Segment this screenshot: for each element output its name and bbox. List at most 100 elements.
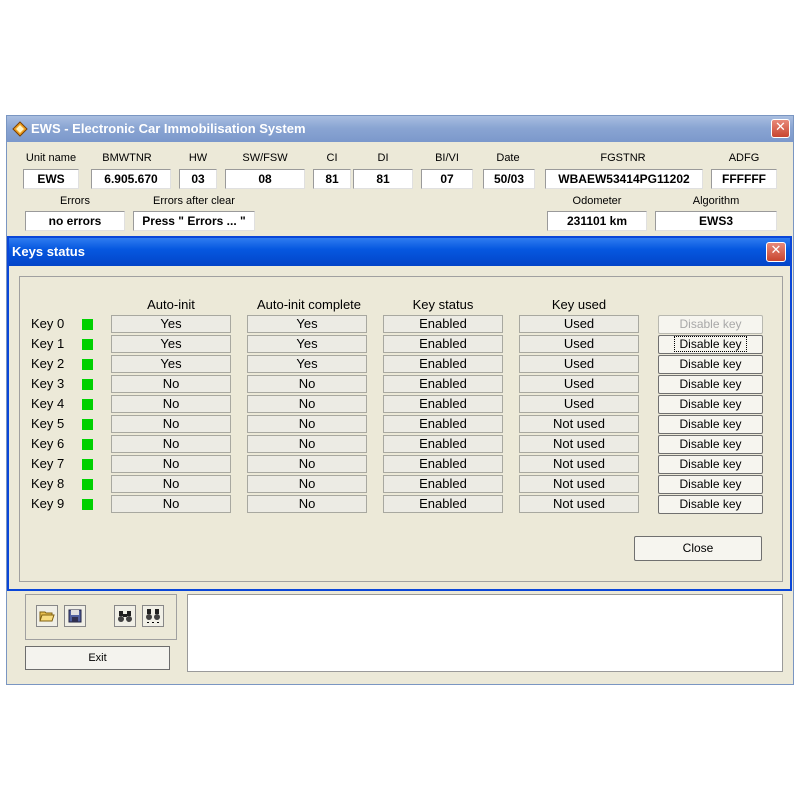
auto-init-complete-cell: No — [247, 395, 367, 413]
field-di: 81 — [353, 169, 413, 189]
disable-key-button[interactable]: Disable key — [658, 475, 763, 494]
key-label: Key 1 — [31, 336, 65, 351]
key-used-cell: Used — [519, 395, 639, 413]
key-label: Key 6 — [31, 436, 65, 451]
auto-init-complete-cell: No — [247, 375, 367, 393]
disable-key-label: Disable key — [679, 397, 742, 411]
key-status-led — [82, 319, 93, 330]
label-adfg: ADFG — [728, 152, 760, 164]
key-status-cell: Enabled — [383, 355, 503, 373]
auto-init-cell: Yes — [111, 315, 231, 333]
log-panel — [187, 594, 783, 672]
disable-key-label: Disable key — [679, 437, 742, 451]
auto-init-cell: No — [111, 395, 231, 413]
auto-init-cell: No — [111, 375, 231, 393]
disable-key-button[interactable]: Disable key — [658, 375, 763, 394]
field-sw-fsw: 08 — [225, 169, 305, 189]
field-ci: 81 — [313, 169, 351, 189]
dialog-close-x-button[interactable]: ✕ — [766, 242, 786, 262]
auto-init-complete-cell: No — [247, 455, 367, 473]
auto-init-cell: No — [111, 495, 231, 513]
app-diamond-icon — [12, 121, 28, 137]
disable-key-button[interactable]: Disable key — [658, 435, 763, 454]
key-status-cell: Enabled — [383, 475, 503, 493]
key-status-cell: Enabled — [383, 395, 503, 413]
column-header-auto-init: Auto-init — [147, 297, 195, 312]
key-used-cell: Not used — [519, 455, 639, 473]
disable-key-button[interactable]: Disable key — [658, 415, 763, 434]
auto-init-cell: Yes — [111, 355, 231, 373]
disable-key-button[interactable]: Disable key — [658, 355, 763, 374]
dialog-titlebar: Keys status ✕ — [9, 238, 790, 266]
field-unit-name: EWS — [23, 169, 79, 189]
key-label: Key 2 — [31, 356, 65, 371]
main-titlebar: EWS - Electronic Car Immobilisation Syst… — [7, 116, 793, 142]
key-status-cell: Enabled — [383, 495, 503, 513]
label-unit-name: Unit name — [25, 152, 77, 164]
key-status-cell: Enabled — [383, 455, 503, 473]
disable-key-button[interactable]: Disable key — [658, 395, 763, 414]
key-status-cell: Enabled — [383, 375, 503, 393]
main-close-button[interactable]: ✕ — [771, 119, 790, 138]
key-used-cell: Not used — [519, 435, 639, 453]
key-status-led — [82, 439, 93, 450]
open-button[interactable] — [36, 605, 58, 627]
auto-init-complete-cell: No — [247, 495, 367, 513]
label-odometer: Odometer — [572, 195, 622, 207]
disable-key-button[interactable]: Disable key — [658, 335, 763, 354]
key-status-led — [82, 379, 93, 390]
disable-key-button[interactable]: Disable key — [658, 495, 763, 514]
key-used-cell: Used — [519, 335, 639, 353]
disable-key-button[interactable]: Disable key — [658, 455, 763, 474]
close-button[interactable]: Close — [634, 536, 762, 561]
disable-key-label: Disable key — [679, 357, 742, 371]
auto-init-complete-cell: No — [247, 415, 367, 433]
disable-key-label: Disable key — [674, 336, 747, 352]
label-date: Date — [496, 152, 520, 164]
key-label: Key 7 — [31, 456, 65, 471]
field-errors: no errors — [25, 211, 125, 231]
auto-init-complete-cell: Yes — [247, 355, 367, 373]
auto-init-cell: No — [111, 415, 231, 433]
key-status-led — [82, 419, 93, 430]
key-used-cell: Not used — [519, 415, 639, 433]
key-used-cell: Used — [519, 375, 639, 393]
disable-key-button[interactable]: Disable key — [658, 315, 763, 334]
toolbar-panel — [25, 594, 177, 640]
key-status-led — [82, 499, 93, 510]
label-bi-vi: BI/VI — [435, 152, 459, 164]
find-button[interactable] — [114, 605, 136, 627]
key-label: Key 4 — [31, 396, 65, 411]
field-algorithm: EWS3 — [655, 211, 777, 231]
key-label: Key 5 — [31, 416, 65, 431]
disable-key-label: Disable key — [679, 377, 742, 391]
binoculars-icon — [118, 611, 132, 622]
key-status-led — [82, 399, 93, 410]
dialog-title: Keys status — [12, 244, 85, 259]
field-date: 50/03 — [483, 169, 535, 189]
key-status-cell: Enabled — [383, 435, 503, 453]
auto-init-cell: No — [111, 455, 231, 473]
field-bi-vi: 07 — [421, 169, 473, 189]
key-status-led — [82, 339, 93, 350]
column-header-key-used: Key used — [551, 297, 607, 312]
key-status-led — [82, 459, 93, 470]
field-odometer: 231101 km — [547, 211, 647, 231]
auto-init-cell: No — [111, 475, 231, 493]
label-sw-fsw: SW/FSW — [242, 152, 288, 164]
column-header-auto-init-complete: Auto-init complete — [256, 297, 362, 312]
save-button[interactable] — [64, 605, 86, 627]
key-used-cell: Used — [519, 315, 639, 333]
find-next-button[interactable] — [142, 605, 164, 627]
key-label: Key 0 — [31, 316, 65, 331]
label-bmwtnr: BMWTNR — [102, 152, 152, 164]
exit-button[interactable]: Exit — [25, 646, 170, 670]
column-header-key-status: Key status — [412, 297, 474, 312]
auto-init-cell: Yes — [111, 335, 231, 353]
auto-init-complete-cell: Yes — [247, 335, 367, 353]
disable-key-label: Disable key — [679, 417, 742, 431]
binoculars-search-icon — [146, 609, 160, 623]
main-title: EWS - Electronic Car Immobilisation Syst… — [31, 121, 306, 136]
auto-init-cell: No — [111, 435, 231, 453]
auto-init-complete-cell: Yes — [247, 315, 367, 333]
